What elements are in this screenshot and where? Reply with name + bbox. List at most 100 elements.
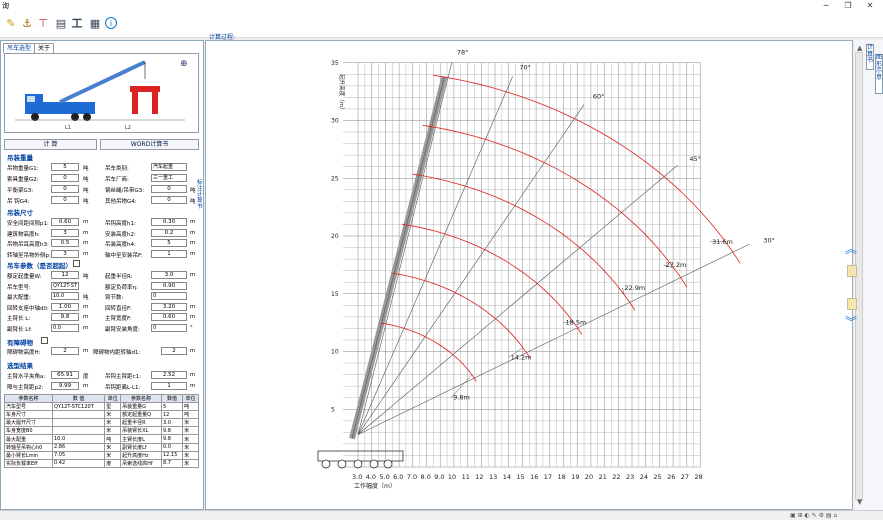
panel-handle-icon[interactable] bbox=[847, 265, 857, 277]
field-input[interactable]: 0 bbox=[151, 196, 187, 204]
scroll-up-icon[interactable]: ▲ bbox=[857, 44, 862, 52]
table-cell: 米 bbox=[104, 442, 122, 452]
table-cell: 车身宽度B0 bbox=[4, 426, 53, 436]
field-input[interactable]: 汽车起重 bbox=[151, 163, 187, 171]
field-unit: 吨 bbox=[83, 199, 89, 205]
x-tick-label: 20 bbox=[585, 473, 593, 481]
zoom-icon[interactable]: ⊕ bbox=[180, 59, 188, 69]
word-report-button[interactable]: WORD计算书 bbox=[100, 139, 199, 150]
field-input[interactable]: 3.0 bbox=[151, 271, 187, 279]
x-tick-label: 26 bbox=[667, 473, 675, 481]
field-input[interactable]: 1 bbox=[151, 249, 187, 258]
table-row: 汽车型号 QY12T-STC120T 型吊装重量G 5 吨 bbox=[4, 402, 199, 412]
table-row: 最大配重 10.0 吨主臂长度L 9.8 米 bbox=[4, 434, 199, 444]
tab-report[interactable]: 计算书 bbox=[866, 44, 874, 70]
maximize-button[interactable]: ❐ bbox=[838, 0, 858, 12]
field-input[interactable]: 2 bbox=[161, 347, 187, 355]
close-button[interactable]: ✕ bbox=[860, 0, 880, 12]
panel-handle-icon-2[interactable] bbox=[847, 298, 857, 310]
boom-arc bbox=[422, 124, 688, 288]
field-unit: 吨 bbox=[83, 177, 89, 183]
field-label: 副臂安装角度: bbox=[105, 326, 140, 333]
tab-diagram[interactable]: 图形示意 bbox=[875, 54, 883, 94]
field-input[interactable]: 10.0 bbox=[51, 292, 79, 300]
work-icon[interactable]: 工 bbox=[70, 17, 84, 31]
calculate-button[interactable]: 计 算 bbox=[4, 139, 97, 150]
field-input[interactable]: 5 bbox=[51, 163, 79, 171]
field-input[interactable]: 2.52 bbox=[151, 371, 187, 379]
pencil-icon[interactable]: ✎ bbox=[4, 17, 18, 31]
field-input[interactable]: 三一重工 bbox=[151, 174, 187, 182]
table-cell: 最小臂长Lmin bbox=[4, 450, 53, 460]
minimize-button[interactable]: ─ bbox=[816, 0, 836, 12]
table-cell: 米 bbox=[104, 450, 122, 460]
field-input[interactable]: 3 bbox=[51, 249, 79, 258]
field-input[interactable]: 0 bbox=[151, 292, 187, 300]
field-input[interactable]: 0 bbox=[51, 185, 79, 193]
table-cell: 0.0 bbox=[160, 442, 184, 452]
field-input[interactable]: 0.2 bbox=[151, 228, 187, 237]
field-input[interactable]: 1.00 bbox=[51, 302, 79, 311]
x-tick-label: 15 bbox=[516, 473, 524, 481]
field-input[interactable]: 0 bbox=[51, 196, 79, 204]
crane-icon[interactable]: ⊤ bbox=[36, 17, 50, 31]
field-input[interactable]: 3.20 bbox=[151, 302, 187, 311]
field-input[interactable]: 0.0 bbox=[51, 323, 79, 332]
collapse-up-icon[interactable]: ︽ bbox=[845, 243, 857, 255]
field-label: 臂节数: bbox=[105, 295, 124, 301]
field-input[interactable]: 9.8 bbox=[51, 313, 79, 321]
table-row: 转轴至吊钩心h0 2.86 米副臂长度Lf 0.0 米 bbox=[4, 442, 199, 452]
table-cell bbox=[51, 418, 106, 428]
field-input[interactable]: 12 bbox=[51, 271, 79, 279]
table-header-cell: 数值 bbox=[160, 393, 184, 404]
field-input[interactable]: QY12T-ST bbox=[51, 281, 79, 290]
table-cell: 起升高度Hz bbox=[120, 450, 162, 460]
field-unit: m bbox=[83, 314, 89, 320]
field-input[interactable]: 5 bbox=[151, 239, 187, 247]
x-tick-label: 12 bbox=[475, 473, 483, 481]
field-label: 主臂长 L: bbox=[7, 316, 31, 322]
tab-crane-select[interactable]: 吊车选型 bbox=[3, 43, 36, 53]
x-tick-label: 24 bbox=[640, 473, 648, 481]
field-input[interactable]: 3 bbox=[51, 228, 79, 237]
field-label: 障碍物高度H: bbox=[7, 350, 41, 356]
field-label: 障与主臂距p2: bbox=[7, 385, 44, 391]
field-input[interactable]: 0 bbox=[151, 323, 187, 332]
x-tick-label: 17 bbox=[544, 473, 552, 481]
hook-icon[interactable]: ⚓ bbox=[20, 17, 34, 31]
field-input[interactable]: 0.60 bbox=[151, 313, 187, 321]
field-label: 吊装高度h4: bbox=[105, 242, 136, 248]
table-header-cell: 单位 bbox=[104, 393, 122, 404]
svg-text:L1: L1 bbox=[65, 125, 71, 131]
obstacle-checkbox[interactable] bbox=[41, 337, 48, 344]
tab-about[interactable]: 关于 bbox=[34, 43, 55, 53]
field-input[interactable]: 0.60 bbox=[51, 218, 79, 226]
field-label: 吊车型号: bbox=[7, 284, 31, 291]
info-icon[interactable]: i bbox=[105, 17, 117, 29]
collapse-down-icon[interactable]: ︾ bbox=[845, 316, 857, 328]
boom-edge bbox=[351, 76, 445, 439]
field-input[interactable]: 9.99 bbox=[51, 382, 79, 390]
field-input[interactable]: 0.5 bbox=[51, 239, 79, 247]
field-input[interactable]: 0.90 bbox=[151, 281, 187, 290]
calculator-icon[interactable]: ▦ bbox=[88, 17, 102, 31]
side-report-label[interactable]: 标注计算书 bbox=[197, 180, 204, 210]
super-lift-checkbox[interactable] bbox=[73, 260, 80, 267]
boom-arc bbox=[401, 223, 583, 335]
field-unit: m bbox=[190, 219, 196, 225]
field-label: 钢丝绳/吊带G3: bbox=[105, 188, 144, 194]
field-input[interactable]: 2 bbox=[51, 347, 79, 355]
result-table: 参数名称数 值单位 参数名称 数值 单位 汽车型号 QY12T-STC120T 型吊装重量G… bbox=[4, 393, 199, 468]
chart-icon[interactable]: ▤ bbox=[54, 17, 68, 31]
field-input[interactable]: 0 bbox=[151, 185, 187, 193]
angle-label: 70° bbox=[519, 64, 531, 72]
field-input[interactable]: 0.30 bbox=[151, 218, 187, 226]
field-input[interactable]: 1 bbox=[151, 382, 187, 390]
field-input[interactable]: 65.91 bbox=[51, 371, 79, 379]
table-row: 最大履开尺寸米起重半径R 3.0 米 bbox=[4, 418, 199, 428]
field-input[interactable]: 0 bbox=[51, 174, 79, 182]
field-label: 轴中至安装吊F: bbox=[105, 252, 143, 259]
boom-arc bbox=[381, 322, 477, 382]
x-tick-label: 10 bbox=[448, 473, 456, 481]
scroll-down-icon[interactable]: ▼ bbox=[857, 498, 862, 506]
